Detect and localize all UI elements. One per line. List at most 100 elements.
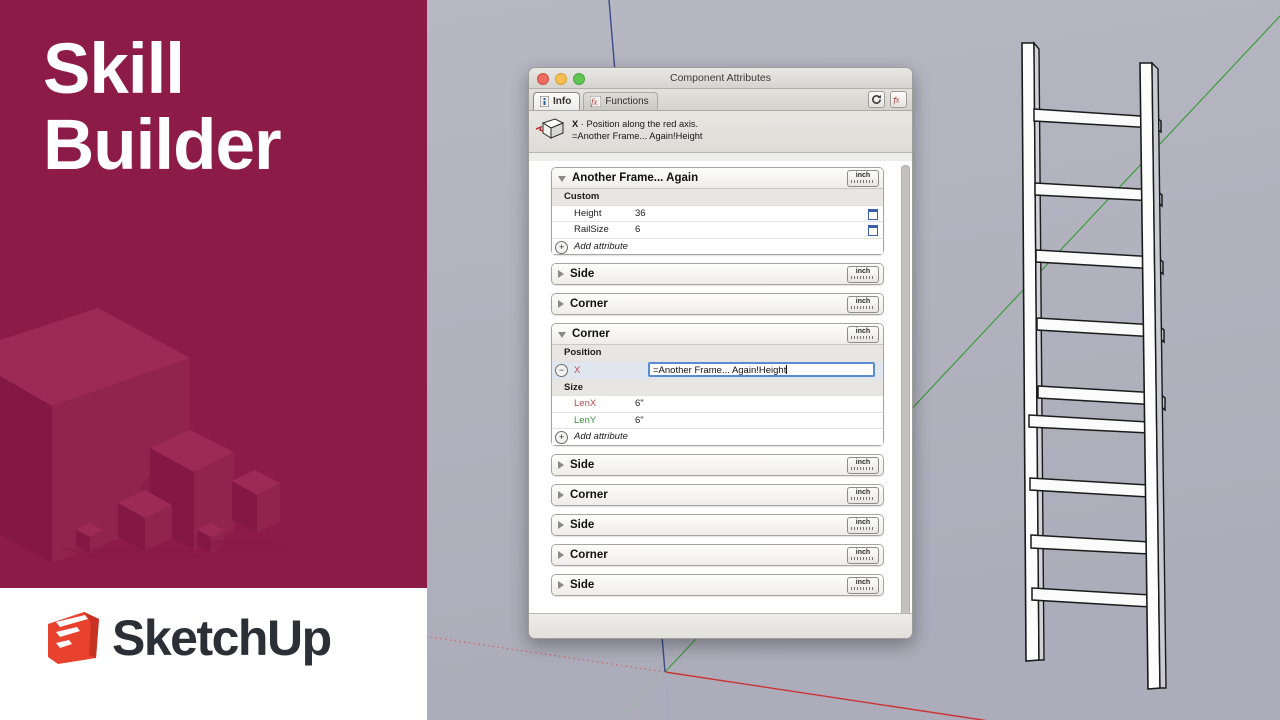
dialog-titlebar[interactable]: Component Attributes — [529, 68, 912, 89]
page-title-line1: Skill — [43, 30, 185, 109]
component-card-title: Side — [570, 458, 595, 471]
component-card[interactable]: Corner inch — [551, 543, 884, 566]
cards-scrollpane[interactable]: Another Frame... Again inch Custom Height 36… — [529, 161, 898, 614]
sketchup-mark-icon — [48, 612, 99, 664]
attribute-row[interactable]: Height 36 — [552, 205, 883, 222]
component-attributes-dialog[interactable]: Component Attributes Info fx Functions f… — [528, 67, 913, 639]
unit-badge-ruler — [851, 466, 875, 470]
formula-input[interactable]: =Another Frame... Again!Height — [648, 361, 875, 377]
attribute-table: Custom Height 36 RailSize 6 + Add attribute — [552, 188, 883, 254]
attribute-value[interactable]: 6 — [630, 224, 883, 235]
unit-badge-ruler — [851, 276, 875, 279]
unit-badge[interactable]: inch — [847, 516, 879, 534]
component-card-header[interactable]: Another Frame... Again inch — [552, 168, 883, 188]
zoom-light[interactable] — [573, 73, 585, 85]
dialog-tabbar[interactable]: Info fx Functions fx — [529, 89, 912, 111]
component-card-header[interactable]: Corner inch — [552, 544, 883, 565]
tab-tools[interactable]: fx — [868, 91, 907, 108]
unit-badge-ruler — [851, 496, 875, 500]
attribute-options-icon[interactable] — [868, 225, 878, 236]
sketchup-logo: SketchUp — [44, 610, 332, 666]
component-card[interactable]: Side inch — [551, 573, 884, 596]
component-card-header[interactable]: Corner inch — [552, 324, 883, 344]
component-card-header[interactable]: Corner inch — [552, 484, 883, 505]
page-title-line2: Builder — [43, 105, 282, 185]
component-card-header[interactable]: Corner inch — [552, 294, 883, 314]
attribute-group-row: Size — [552, 379, 883, 396]
unit-badge-ruler — [851, 336, 875, 339]
attribute-group-row: Custom — [552, 189, 883, 206]
component-card[interactable]: Corner inch — [551, 483, 884, 506]
chevron-right-icon[interactable] — [558, 520, 564, 529]
add-attribute-row[interactable]: + Add attribute — [552, 429, 883, 445]
unit-badge[interactable]: inch — [847, 170, 879, 187]
attribute-info-strip: X · Position along the red axis. =Anothe… — [529, 111, 912, 153]
unit-badge[interactable]: inch — [847, 576, 879, 594]
attribute-row[interactable]: LenX 6" — [552, 396, 883, 413]
chevron-right-icon[interactable] — [558, 490, 564, 499]
attribute-name[interactable]: Height — [552, 208, 630, 219]
chevron-down-icon[interactable] — [558, 332, 566, 338]
unit-badge[interactable]: inch — [847, 326, 879, 343]
unit-badge-label: inch — [855, 458, 871, 466]
attribute-options-icon[interactable] — [868, 208, 878, 220]
component-card[interactable]: Another Frame... Again inch Custom Height 36… — [551, 167, 884, 255]
minimize-light[interactable] — [555, 73, 567, 85]
attribute-row-editing[interactable]: − X =Another Frame... Again!Height — [552, 361, 883, 380]
tab-info-label: Info — [553, 96, 572, 107]
attribute-value[interactable]: 6" — [630, 415, 883, 426]
unit-badge[interactable]: inch — [847, 486, 879, 504]
close-light[interactable] — [537, 73, 549, 85]
vertical-scrollbar[interactable] — [900, 165, 910, 614]
unit-badge-ruler — [851, 526, 875, 530]
chevron-right-icon[interactable] — [558, 300, 564, 308]
component-card[interactable]: Side inch — [551, 263, 884, 285]
component-card-header[interactable]: Side inch — [552, 514, 883, 535]
chevron-right-icon[interactable] — [558, 550, 564, 559]
chevron-right-icon[interactable] — [558, 580, 564, 589]
attribute-group-label: Custom — [564, 191, 600, 203]
component-card[interactable]: Side inch — [551, 453, 884, 476]
unit-badge[interactable]: inch — [847, 456, 879, 474]
component-card-title: Corner — [570, 548, 608, 561]
svg-text:fx: fx — [893, 96, 899, 105]
function-fx-icon: fx — [590, 96, 602, 107]
component-card[interactable]: Corner inch — [551, 293, 884, 315]
component-card[interactable]: Corner inch Position − X =Another Frame... Ag… — [551, 323, 884, 446]
isometric-cubes-graphic — [0, 308, 298, 563]
attribute-name[interactable]: LenY — [552, 415, 630, 426]
tab-info[interactable]: Info — [533, 92, 581, 110]
component-card-header[interactable]: Side inch — [552, 574, 883, 595]
unit-badge[interactable]: inch — [847, 546, 879, 564]
attribute-info-key: X — [572, 119, 579, 129]
attribute-row[interactable]: LenY 6" — [552, 412, 883, 429]
chevron-right-icon[interactable] — [558, 270, 564, 278]
window-controls[interactable] — [537, 73, 585, 85]
page-title: Skill Builder — [43, 30, 282, 185]
chevron-down-icon[interactable] — [558, 176, 566, 182]
attribute-value[interactable]: 6" — [630, 398, 883, 409]
attribute-name[interactable]: LenX — [552, 398, 630, 409]
add-attribute-row[interactable]: + Add attribute — [552, 238, 883, 254]
tab-functions[interactable]: fx Functions — [583, 92, 658, 110]
attribute-name[interactable]: RailSize — [552, 224, 630, 235]
component-card-header[interactable]: Side inch — [552, 264, 883, 284]
dialog-body[interactable]: Another Frame... Again inch Custom Height 36… — [529, 161, 912, 614]
unit-badge[interactable]: inch — [847, 296, 879, 313]
attribute-row[interactable]: RailSize 6 — [552, 222, 883, 239]
scrollbar-thumb[interactable] — [901, 165, 910, 614]
unit-badge[interactable]: inch — [847, 266, 879, 283]
collapse-attribute-icon[interactable]: − — [555, 363, 568, 377]
refresh-icon[interactable] — [868, 91, 885, 108]
component-card-header[interactable]: Side inch — [552, 454, 883, 475]
chevron-right-icon[interactable] — [558, 460, 564, 469]
attribute-value[interactable]: 36 — [630, 208, 883, 219]
info-icon — [540, 96, 549, 107]
component-card[interactable]: Side inch — [551, 513, 884, 536]
formula-icon[interactable]: fx — [890, 91, 907, 108]
unit-badge-label: inch — [855, 488, 871, 496]
unit-badge-label: inch — [855, 578, 871, 586]
add-attribute-icon[interactable]: + — [555, 431, 568, 444]
attribute-group-row: Position — [552, 345, 883, 362]
add-attribute-icon[interactable]: + — [555, 240, 568, 254]
